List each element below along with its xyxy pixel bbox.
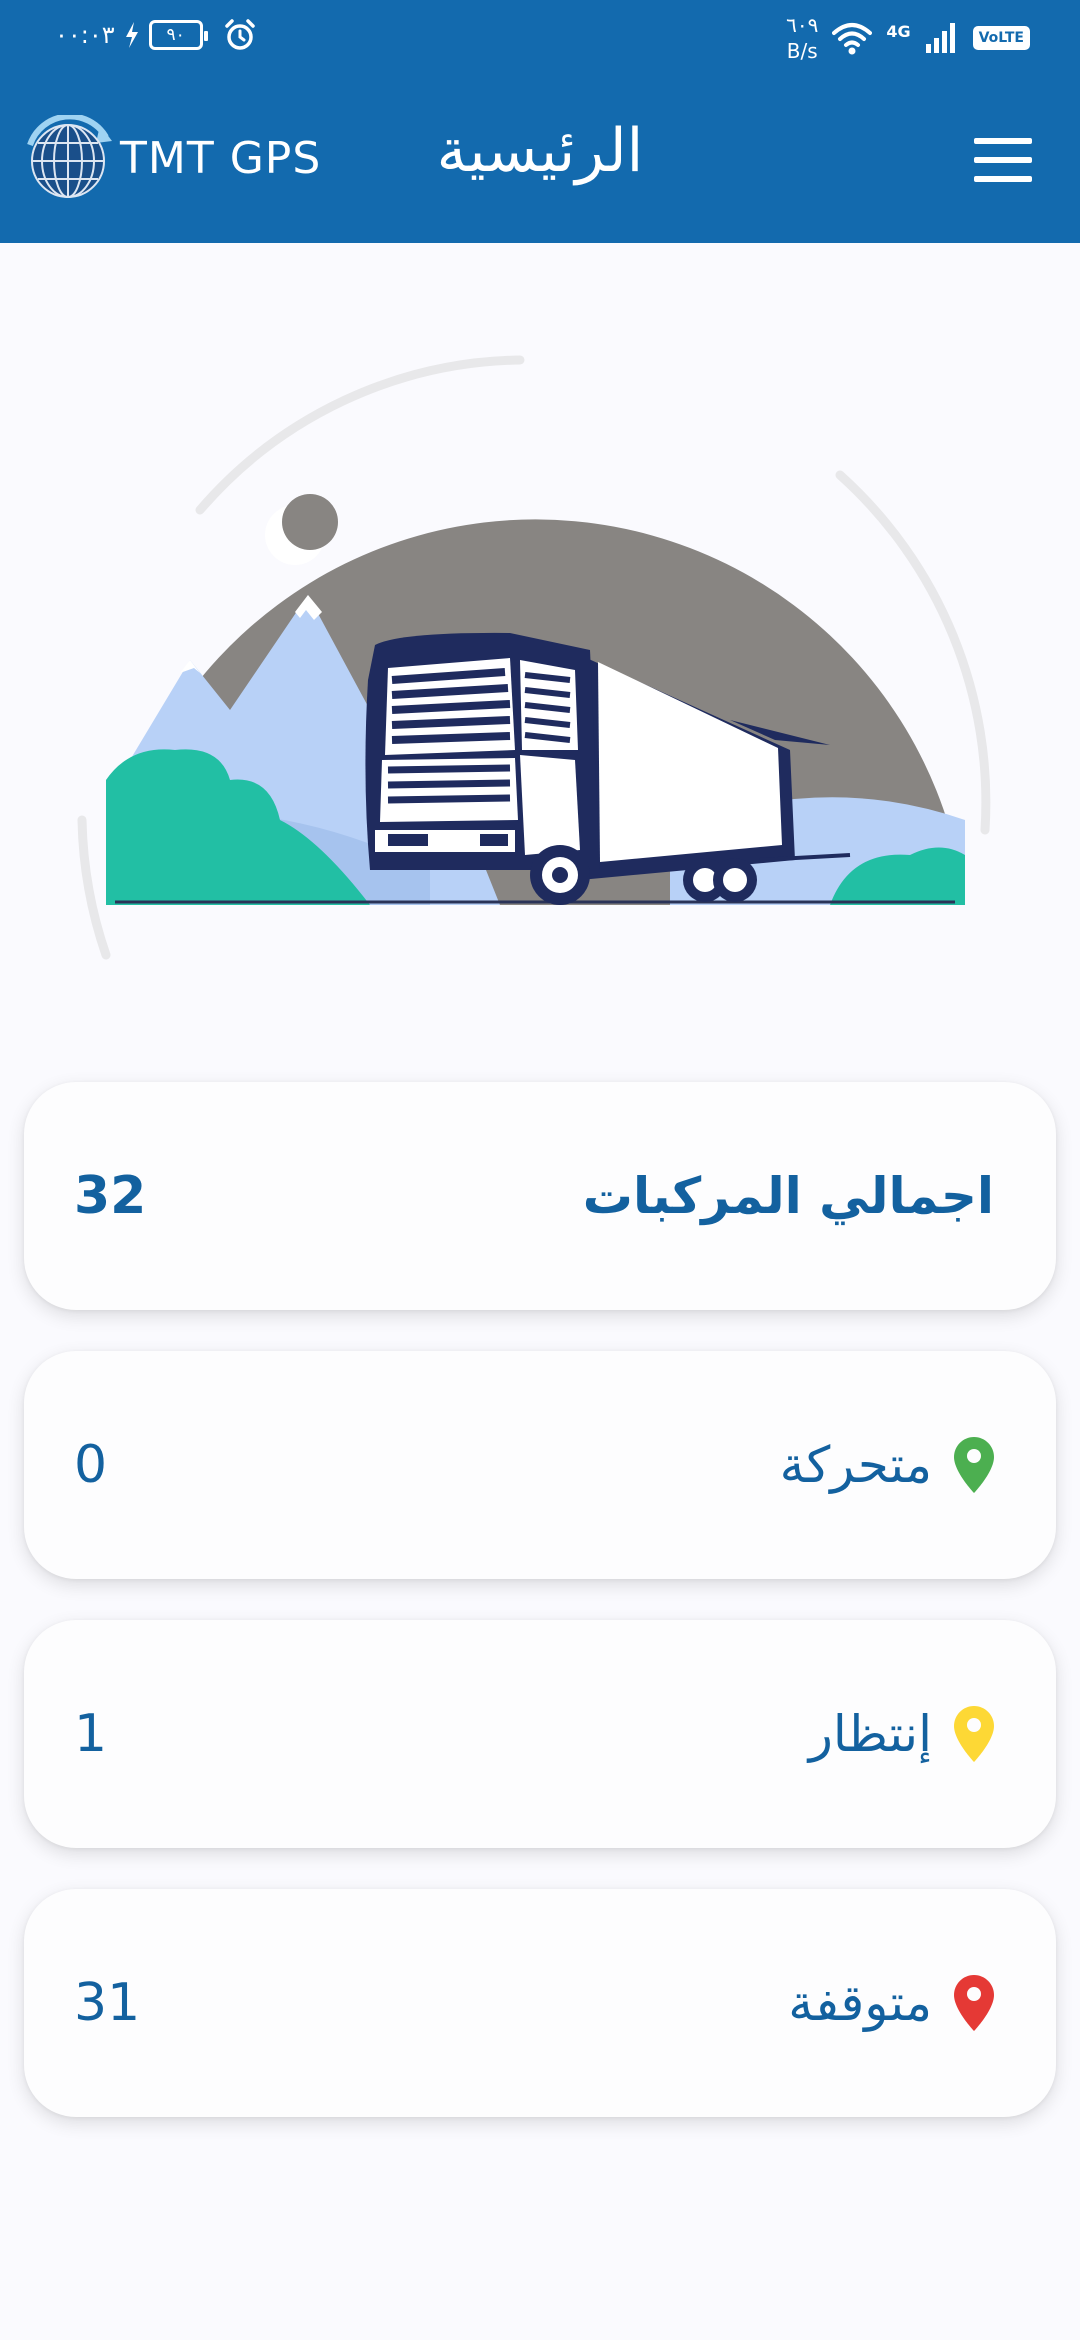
status-bar: ٠٠:٠٣ ٩٠ ٦٠٩ B/s 4G VoLTE — [0, 0, 1080, 75]
battery-icon: ٩٠ — [148, 20, 208, 50]
stat-label-text: اجمالي المركبات — [582, 1167, 994, 1225]
status-left: ٠٠:٠٣ ٩٠ — [55, 18, 257, 52]
stat-label-text: متوقفة — [788, 1974, 932, 2032]
signal-icon — [925, 23, 955, 53]
alarm-icon — [224, 19, 255, 50]
net-speed: ٦٠٩ B/s — [786, 12, 818, 64]
location-pin-icon — [954, 1437, 994, 1493]
stat-value: 0 — [74, 1435, 108, 1495]
hamburger-menu-icon[interactable] — [974, 138, 1032, 182]
stat-card-stopped[interactable]: 31 متوقفة — [24, 1889, 1056, 2117]
status-right: ٦٠٩ B/s 4G VoLTE — [786, 12, 1030, 64]
wifi-icon — [832, 23, 873, 55]
stat-card-total[interactable]: 32 اجمالي المركبات — [24, 1082, 1056, 1310]
location-pin-icon — [954, 1975, 994, 2031]
stat-label: إنتظار — [809, 1620, 994, 1848]
stat-card-waiting[interactable]: 1 إنتظار — [24, 1620, 1056, 1848]
stat-label: اجمالي المركبات — [583, 1082, 994, 1310]
stat-label-text: متحركة — [779, 1436, 932, 1494]
stat-value: 31 — [74, 1973, 141, 2033]
network-type: 4G — [886, 21, 911, 41]
stat-value: 1 — [74, 1704, 108, 1764]
net-speed-value: ٦٠٩ — [786, 13, 819, 37]
truck-night-mountains-illustration — [77, 355, 991, 960]
stat-label-text: إنتظار — [808, 1705, 932, 1763]
app-bar: ٠٠:٠٣ ٩٠ ٦٠٩ B/s 4G VoLTE TMT GPS الرئيس… — [0, 0, 1080, 243]
stat-label: متوقفة — [788, 1889, 994, 2117]
stat-label: متحركة — [780, 1351, 994, 1579]
location-pin-icon — [954, 1706, 994, 1762]
stat-card-moving[interactable]: 0 متحركة — [24, 1351, 1056, 1579]
charging-icon — [125, 22, 138, 48]
page-title: الرئيسية — [436, 116, 644, 186]
stat-value: 32 — [74, 1166, 147, 1226]
volte-badge: VoLTE — [972, 26, 1030, 50]
net-speed-unit: B/s — [786, 39, 818, 63]
clock: ٠٠:٠٣ — [55, 21, 115, 49]
battery-level: ٩٠ — [166, 25, 185, 45]
